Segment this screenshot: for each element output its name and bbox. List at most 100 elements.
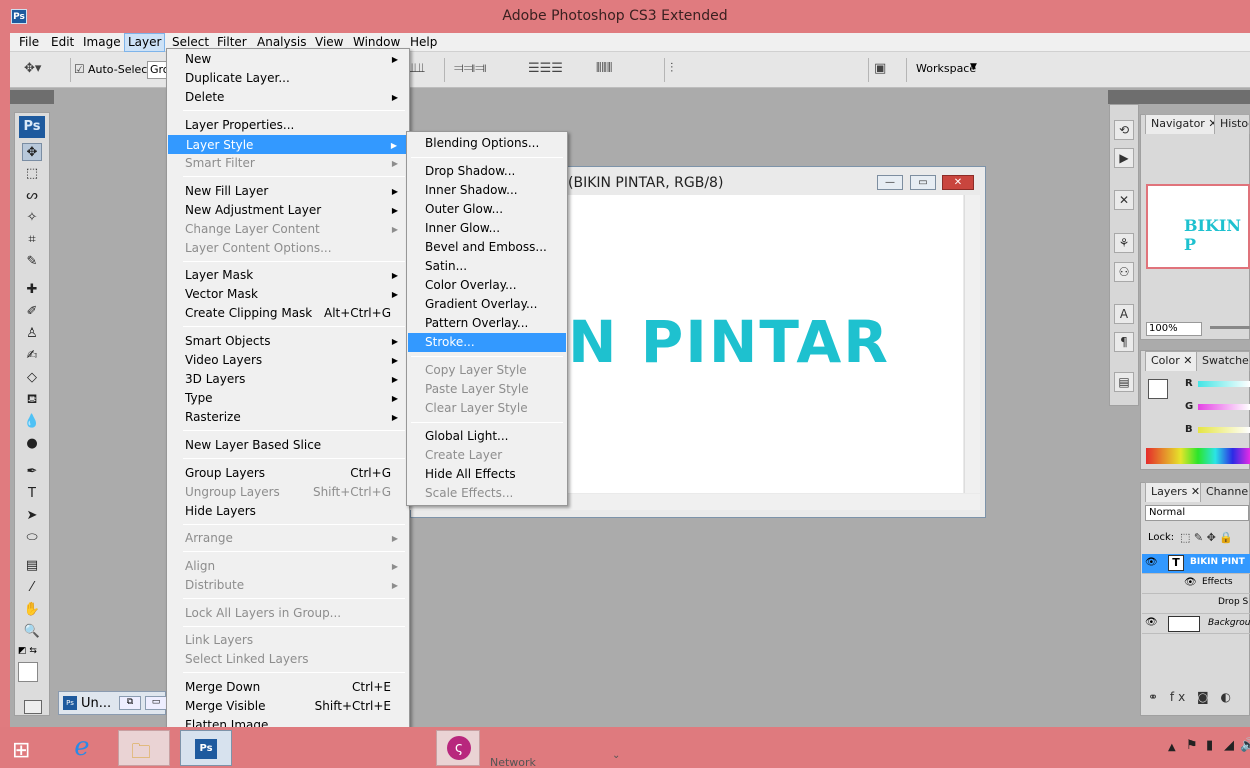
submenu-item-bevel-and-emboss[interactable]: Bevel and Emboss... xyxy=(408,238,566,257)
menu-item-video-layers[interactable]: Video Layers ▶ xyxy=(168,351,408,370)
type-tool-icon[interactable]: T xyxy=(22,485,42,503)
brush-tool-icon[interactable]: ✐ xyxy=(22,303,42,321)
auto-align-icon[interactable]: ⫶ xyxy=(670,61,673,76)
align-bottom-icon[interactable]: ⫫⫫ xyxy=(410,61,425,76)
clone-stamp-icon[interactable]: ♙ xyxy=(22,325,42,343)
tool-presets-icon[interactable]: ✕ xyxy=(1114,190,1134,210)
brushes-icon[interactable]: ⚘ xyxy=(1114,233,1134,253)
file-explorer-taskbar-button[interactable]: 🗀 xyxy=(118,730,170,766)
submenu-item-outer-glow[interactable]: Outer Glow... xyxy=(408,200,566,219)
submenu-item-inner-glow[interactable]: Inner Glow... xyxy=(408,219,566,238)
menu-item-new[interactable]: New ▶ xyxy=(168,50,408,69)
layer-effects-row[interactable]: 👁 Effects xyxy=(1142,574,1250,594)
tray-up-arrow-icon[interactable]: ▲ xyxy=(1168,742,1176,753)
menu-help[interactable]: Help xyxy=(407,35,440,49)
menu-view[interactable]: View xyxy=(312,35,346,49)
tray-battery-icon[interactable]: ▮ xyxy=(1206,738,1213,753)
menu-item-merge-down[interactable]: Merge Down Ctrl+E xyxy=(168,678,408,697)
history-brush-icon[interactable]: ✍ xyxy=(22,347,42,365)
submenu-item-blending-options[interactable]: Blending Options... xyxy=(408,134,566,153)
submenu-item-inner-shadow[interactable]: Inner Shadow... xyxy=(408,181,566,200)
menu-item-rasterize[interactable]: Rasterize ▶ xyxy=(168,408,408,427)
submenu-item-drop-shadow[interactable]: Drop Shadow... xyxy=(408,162,566,181)
distribute-top-icon[interactable]: ⫤⫥⫥ xyxy=(454,61,486,76)
distribute-vertical-icon[interactable]: ☰☰☰ xyxy=(528,61,563,76)
toolbox-header[interactable] xyxy=(10,90,54,104)
menu-item-duplicate-layer[interactable]: Duplicate Layer... xyxy=(168,69,408,88)
tab-navigator[interactable]: Navigator ✕ xyxy=(1145,114,1224,134)
tab-swatches[interactable]: Swatches xyxy=(1196,351,1250,371)
workspace-button[interactable]: Workspace xyxy=(916,62,976,75)
menu-item-merge-visible[interactable]: Merge Visible Shift+Ctrl+E xyxy=(168,697,408,716)
color-spectrum[interactable] xyxy=(1146,448,1250,464)
menu-item-smart-objects[interactable]: Smart Objects ▶ xyxy=(168,332,408,351)
menu-item-new-adjustment-layer[interactable]: New Adjustment Layer ▶ xyxy=(168,201,408,220)
character-icon[interactable]: A xyxy=(1114,304,1134,324)
blue-slider[interactable] xyxy=(1198,427,1250,433)
menu-item-layer-style[interactable]: Layer Style ▶ xyxy=(168,134,408,154)
minimized-document[interactable]: Ps Un... ⧉ ▭ xyxy=(58,691,167,715)
tray-network-icon[interactable]: ◢ xyxy=(1224,738,1234,753)
tray-volume-icon[interactable]: 🔊 xyxy=(1240,738,1250,753)
info-icon[interactable]: ▤ xyxy=(1114,372,1134,392)
internet-explorer-icon[interactable]: ℯ xyxy=(62,732,102,764)
menu-item-layer-properties[interactable]: Layer Properties... xyxy=(168,116,408,135)
zoom-input[interactable]: 100% xyxy=(1146,322,1202,336)
menu-analysis[interactable]: Analysis xyxy=(254,35,309,49)
eyedropper-icon[interactable]: ⁄ xyxy=(22,579,42,597)
menu-item-vector-mask[interactable]: Vector Mask ▶ xyxy=(168,285,408,304)
move-tool-icon[interactable]: ✥ xyxy=(22,143,42,161)
menu-filter[interactable]: Filter xyxy=(214,35,250,49)
eraser-tool-icon[interactable]: ◇ xyxy=(22,369,42,387)
workspace-chevron-down-icon[interactable]: ▼ xyxy=(970,62,977,72)
screen-mode-icon[interactable] xyxy=(24,700,42,714)
chevron-down-icon[interactable]: ⌄ xyxy=(612,750,620,761)
menu-item-group-layers[interactable]: Group Layers Ctrl+G xyxy=(168,464,408,483)
layer-row-selected[interactable]: 👁 T BIKIN PINT xyxy=(1142,554,1250,574)
green-slider[interactable] xyxy=(1198,404,1250,410)
submenu-item-stroke[interactable]: Stroke... xyxy=(408,333,566,352)
menu-layer[interactable]: Layer xyxy=(124,33,166,52)
eye-icon[interactable]: 👁 xyxy=(1145,617,1158,628)
photoshop-taskbar-button[interactable]: Ps xyxy=(180,730,232,766)
maximize-icon[interactable]: ▭ xyxy=(145,696,167,710)
tray-flag-icon[interactable]: ⚑ xyxy=(1186,738,1198,753)
magic-wand-tool-icon[interactable]: ✧ xyxy=(22,209,42,227)
auto-select-checkbox[interactable]: ☑ xyxy=(74,62,85,76)
submenu-item-pattern-overlay[interactable]: Pattern Overlay... xyxy=(408,314,566,333)
menu-item-hide-layers[interactable]: Hide Layers xyxy=(168,502,408,521)
layer-effect-row[interactable]: Drop S xyxy=(1142,594,1250,614)
menu-image[interactable]: Image xyxy=(80,35,124,49)
lock-icons[interactable]: ⬚ ✎ ✥ 🔒 xyxy=(1180,531,1233,544)
menu-file[interactable]: File xyxy=(16,35,42,49)
submenu-item-hide-all-effects[interactable]: Hide All Effects xyxy=(408,465,566,484)
clone-source-icon[interactable]: ⚇ xyxy=(1114,262,1134,282)
menu-item-type[interactable]: Type ▶ xyxy=(168,389,408,408)
maximize-icon[interactable]: ▭ xyxy=(910,175,936,190)
foreground-color-swatch[interactable] xyxy=(1148,379,1168,399)
default-colors-icon[interactable]: ◩ ⇆ xyxy=(18,646,37,656)
panel-dock-header[interactable] xyxy=(1108,90,1250,104)
move-tool-icon[interactable]: ✥▾ xyxy=(24,61,41,76)
menu-edit[interactable]: Edit xyxy=(48,35,77,49)
lasso-tool-icon[interactable]: ᔕ xyxy=(22,187,42,205)
windows-start-icon[interactable]: ⊞ xyxy=(12,738,30,763)
red-slider[interactable] xyxy=(1198,381,1250,387)
close-icon[interactable]: ✕ xyxy=(942,175,974,190)
bridge-icon[interactable]: ▣ xyxy=(874,61,886,76)
restore-icon[interactable]: ⧉ xyxy=(119,696,141,710)
menu-item-new-layer-based-slice[interactable]: New Layer Based Slice xyxy=(168,436,408,455)
app-taskbar-button[interactable]: ς xyxy=(436,730,480,766)
menu-window[interactable]: Window xyxy=(350,35,403,49)
foreground-color-swatch[interactable] xyxy=(18,662,38,682)
history-icon[interactable]: ⟲ xyxy=(1114,120,1134,140)
zoom-tool-icon[interactable]: 🔍 xyxy=(22,623,42,641)
layer-actions-icons[interactable]: ⚭ fx ◙ ◐ xyxy=(1148,690,1235,704)
vertical-scrollbar[interactable] xyxy=(964,195,980,493)
zoom-slider[interactable] xyxy=(1210,326,1250,329)
dodge-tool-icon[interactable]: ● xyxy=(22,435,42,453)
menu-select[interactable]: Select xyxy=(169,35,212,49)
blur-tool-icon[interactable]: 💧 xyxy=(22,413,42,431)
tab-histogram[interactable]: Histog xyxy=(1214,114,1250,134)
menu-item-3d-layers[interactable]: 3D Layers ▶ xyxy=(168,370,408,389)
